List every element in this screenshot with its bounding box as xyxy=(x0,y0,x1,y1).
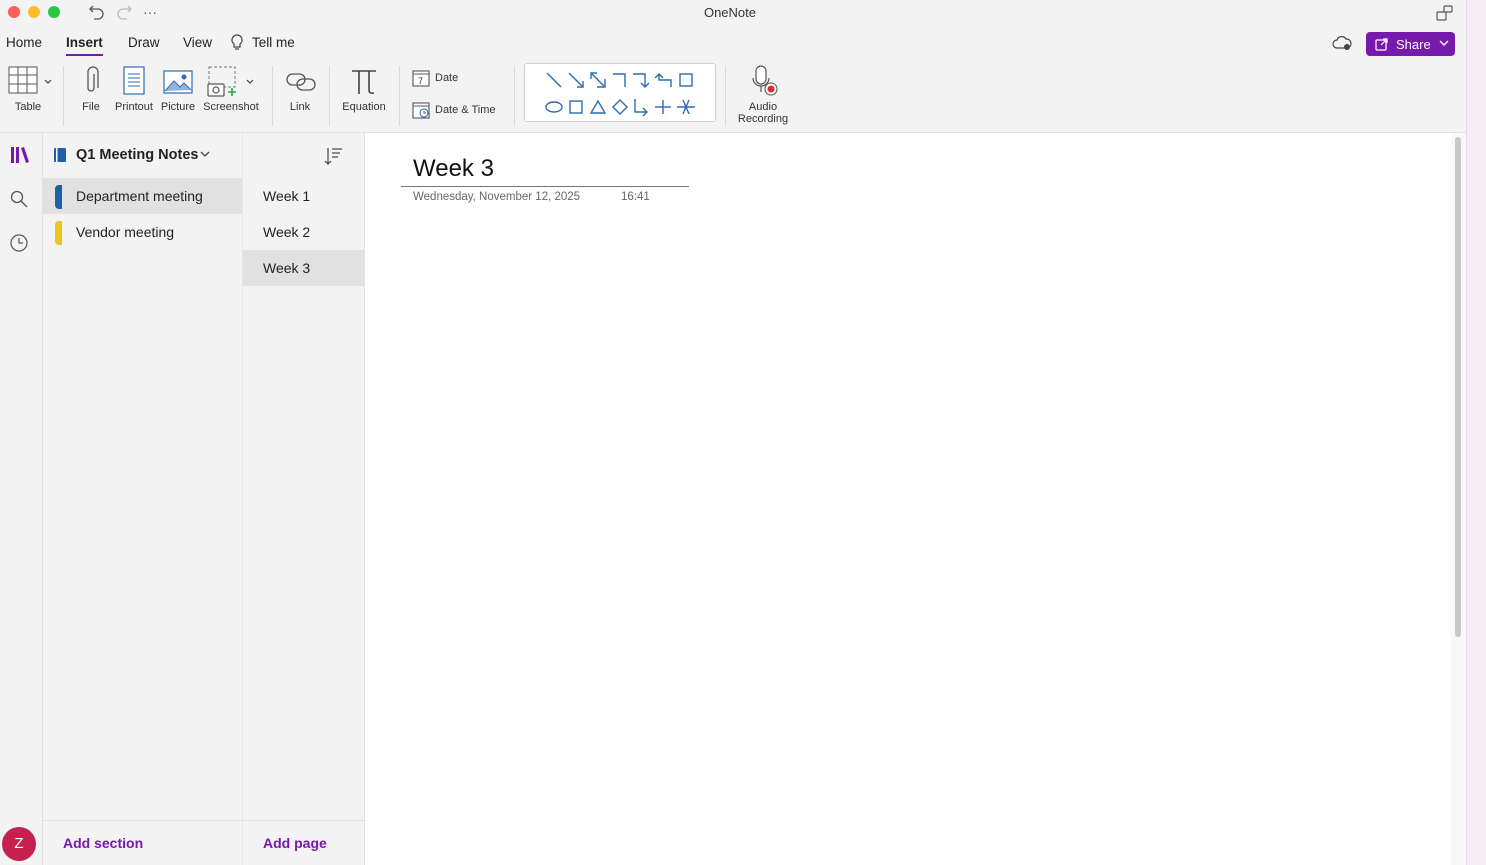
sharing-people-icon[interactable] xyxy=(1436,4,1454,22)
ribbon-divider xyxy=(329,66,330,126)
pi-icon xyxy=(350,66,378,96)
table-icon xyxy=(8,66,38,94)
tell-me-search[interactable]: Tell me xyxy=(252,35,295,50)
audio-recording-button[interactable]: Audio Recording xyxy=(734,64,792,130)
tab-home[interactable]: Home xyxy=(6,35,42,50)
page-label: Week 2 xyxy=(263,224,311,240)
printout-icon xyxy=(122,66,146,96)
insert-printout-button[interactable]: Printout xyxy=(112,64,156,120)
ribbon-insert: Table File Printout Picture Screenshot L… xyxy=(0,60,1466,133)
page-week-3[interactable]: Week 3 xyxy=(243,250,364,286)
chevron-down-icon xyxy=(200,151,210,158)
chevron-down-icon xyxy=(246,79,254,85)
title-bar: ··· OneNote xyxy=(0,0,1466,26)
picture-label: Picture xyxy=(160,101,196,113)
section-vendor-meeting[interactable]: Vendor meeting xyxy=(43,214,242,250)
vertical-scrollbar[interactable] xyxy=(1451,133,1466,865)
page-date: Wednesday, November 12, 2025 xyxy=(413,191,581,203)
page-week-2[interactable]: Week 2 xyxy=(243,214,364,250)
insert-date-time-button[interactable]: Date & Time xyxy=(412,101,504,121)
section-color-tab xyxy=(55,185,62,209)
insert-picture-button[interactable]: Picture xyxy=(158,64,198,120)
link-label: Link xyxy=(289,101,311,113)
shapes-gallery-icons xyxy=(545,72,695,117)
svg-text:7: 7 xyxy=(418,76,423,86)
ribbon-divider xyxy=(725,66,726,126)
sections-pane: Q1 Meeting Notes Department meeting Vend… xyxy=(43,133,243,865)
page-label: Week 3 xyxy=(263,260,311,276)
page-canvas[interactable]: Week 3 Wednesday, November 12, 2025 16:4… xyxy=(365,133,1451,865)
ribbon-tabs: Home Insert Draw View Tell me Share xyxy=(0,26,1466,60)
picture-icon xyxy=(163,70,193,94)
ribbon-divider xyxy=(63,66,64,126)
lightbulb-icon xyxy=(230,34,244,51)
shapes-gallery[interactable] xyxy=(524,63,716,122)
page-week-1[interactable]: Week 1 xyxy=(243,178,364,214)
tab-draw[interactable]: Draw xyxy=(128,35,160,50)
divider xyxy=(43,820,242,821)
link-icon xyxy=(286,70,316,94)
share-icon xyxy=(1375,37,1389,51)
cloud-sync-icon[interactable] xyxy=(1332,35,1352,51)
add-section-button[interactable]: Add section xyxy=(63,835,143,851)
section-label: Vendor meeting xyxy=(76,224,175,240)
title-underline xyxy=(401,186,689,187)
page-time: 16:41 xyxy=(621,191,650,203)
printout-label: Printout xyxy=(115,101,153,113)
ribbon-divider xyxy=(514,66,515,126)
section-department-meeting[interactable]: Department meeting xyxy=(43,178,242,214)
ribbon-divider xyxy=(272,66,273,126)
page-title[interactable]: Week 3 xyxy=(413,155,494,183)
chevron-down-icon xyxy=(44,79,52,85)
notebooks-icon[interactable] xyxy=(10,145,30,165)
sort-pages-icon[interactable] xyxy=(323,146,343,166)
recent-clock-icon[interactable] xyxy=(9,233,29,253)
tab-insert[interactable]: Insert xyxy=(66,35,103,56)
share-label: Share xyxy=(1396,37,1431,52)
calendar-clock-icon xyxy=(412,101,430,119)
notebook-icon xyxy=(53,147,67,163)
background-window-edge xyxy=(1466,0,1486,865)
date-time-label: Date & Time xyxy=(435,104,496,116)
table-label: Table xyxy=(14,101,42,113)
date-label: Date xyxy=(435,72,459,84)
user-avatar[interactable]: Z xyxy=(2,827,36,861)
file-label: File xyxy=(82,101,100,113)
tab-view[interactable]: View xyxy=(183,35,212,50)
ribbon-divider xyxy=(399,66,400,126)
section-color-tab xyxy=(55,221,62,245)
chevron-down-icon xyxy=(1439,39,1449,47)
audio-label-line2: Recording xyxy=(737,113,789,125)
search-icon[interactable] xyxy=(10,190,28,208)
insert-table-button[interactable]: Table xyxy=(4,64,52,120)
insert-file-button[interactable]: File xyxy=(72,64,110,120)
calendar-icon: 7 xyxy=(412,69,430,87)
notebook-name: Q1 Meeting Notes xyxy=(76,147,199,163)
section-label: Department meeting xyxy=(76,188,203,204)
insert-equation-button[interactable]: Equation xyxy=(338,64,390,120)
paperclip-icon xyxy=(83,66,99,96)
page-label: Week 1 xyxy=(263,188,311,204)
microphone-record-icon xyxy=(750,64,780,98)
pages-pane: Week 1 Week 2 Week 3 Add page xyxy=(243,133,365,865)
screenshot-label: Screenshot xyxy=(203,101,259,113)
navigation-rail: Z xyxy=(0,133,43,865)
scrollbar-thumb[interactable] xyxy=(1455,137,1461,637)
insert-link-button[interactable]: Link xyxy=(282,64,318,120)
insert-screenshot-button[interactable]: Screenshot xyxy=(200,64,262,120)
audio-label-line1: Audio xyxy=(748,101,778,113)
divider xyxy=(243,820,364,821)
share-button[interactable]: Share xyxy=(1366,32,1455,56)
insert-date-button[interactable]: 7 Date xyxy=(412,69,472,89)
window-title: OneNote xyxy=(703,5,757,20)
notebook-selector[interactable]: Q1 Meeting Notes xyxy=(43,133,242,177)
equation-label: Equation xyxy=(342,101,386,113)
add-page-button[interactable]: Add page xyxy=(263,835,327,851)
screenshot-icon xyxy=(207,66,243,98)
